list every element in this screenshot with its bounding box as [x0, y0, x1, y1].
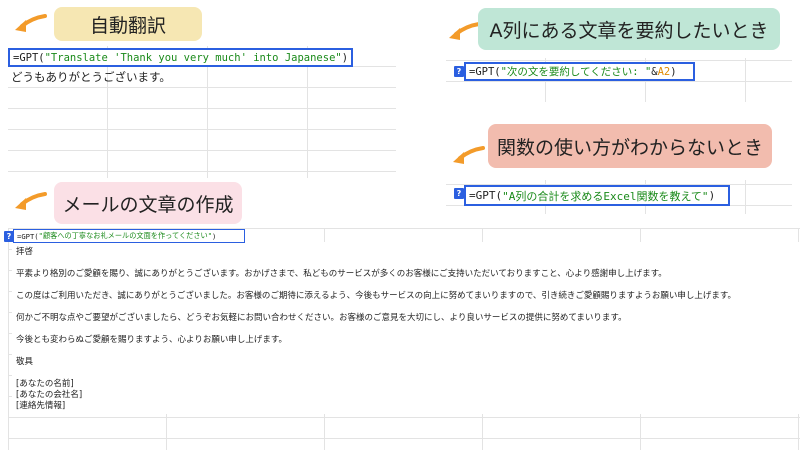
label-email: メールの文章の作成 — [54, 182, 242, 224]
formula-function: =GPT( — [17, 231, 39, 241]
arrow-icon — [446, 20, 482, 42]
formula-function: =GPT( — [13, 51, 45, 64]
formula-string: "顧客への丁寧なお礼メールの文面を作ってください" — [38, 231, 213, 240]
label-summarize: A列にある文章を要約したいとき — [478, 8, 780, 50]
formula-close: ) — [341, 51, 349, 64]
formula-close: ) — [708, 189, 716, 202]
formula-close: ) — [212, 231, 217, 241]
formula-string: "次の文を要約してください: " — [500, 66, 652, 78]
label-translate: 自動翻訳 — [54, 7, 202, 41]
email-paragraph-1: 平素より格別のご愛顧を賜り、誠にありがとうございます。おかげさまで、私どものサー… — [16, 269, 667, 279]
howto-formula-cell[interactable]: =GPT("A列の合計を求めるExcel関数を教えて") — [464, 185, 730, 206]
arrow-icon — [12, 190, 48, 212]
email-formula-cell[interactable]: =GPT("顧客への丁寧なお礼メールの文面を作ってください") — [13, 229, 245, 243]
email-paragraph-4: 今後とも変わらぬご愛顧を賜りますよう、心よりお願い申し上げます。 — [16, 335, 287, 345]
formula-function: =GPT( — [469, 65, 501, 78]
email-paragraph-2: この度はご利用いただき、誠にありがとうございました。お客様のご期待に添えるよう、… — [16, 291, 737, 301]
translate-formula-cell[interactable]: =GPT("Translate 'Thank you very much' in… — [8, 48, 353, 67]
email-closing: 敬具 — [16, 357, 34, 367]
arrow-icon — [12, 12, 48, 34]
translate-result: どうもありがとうございます。 — [11, 70, 171, 84]
arrow-icon — [450, 144, 486, 166]
help-icon[interactable]: ? — [454, 188, 464, 199]
formula-string: "Translate 'Thank you very much' into Ja… — [44, 51, 342, 64]
formula-cell-ref: A2 — [657, 65, 671, 78]
help-icon[interactable]: ? — [454, 66, 464, 77]
formula-string: "A列の合計を求めるExcel関数を教えて" — [502, 189, 709, 203]
email-contact-placeholder: [連絡先情報] — [16, 401, 66, 411]
summarize-formula-cell[interactable]: =GPT("次の文を要約してください: " & A2) — [464, 62, 695, 81]
formula-function: =GPT( — [469, 189, 503, 202]
email-greeting: 拝啓 — [16, 247, 34, 257]
formula-close: ) — [670, 65, 677, 78]
label-howto: 関数の使い方がわからないとき — [488, 124, 772, 168]
email-paragraph-3: 何かご不明な点やご要望がございましたら、どうぞお気軽にお問い合わせください。お客… — [16, 313, 627, 323]
